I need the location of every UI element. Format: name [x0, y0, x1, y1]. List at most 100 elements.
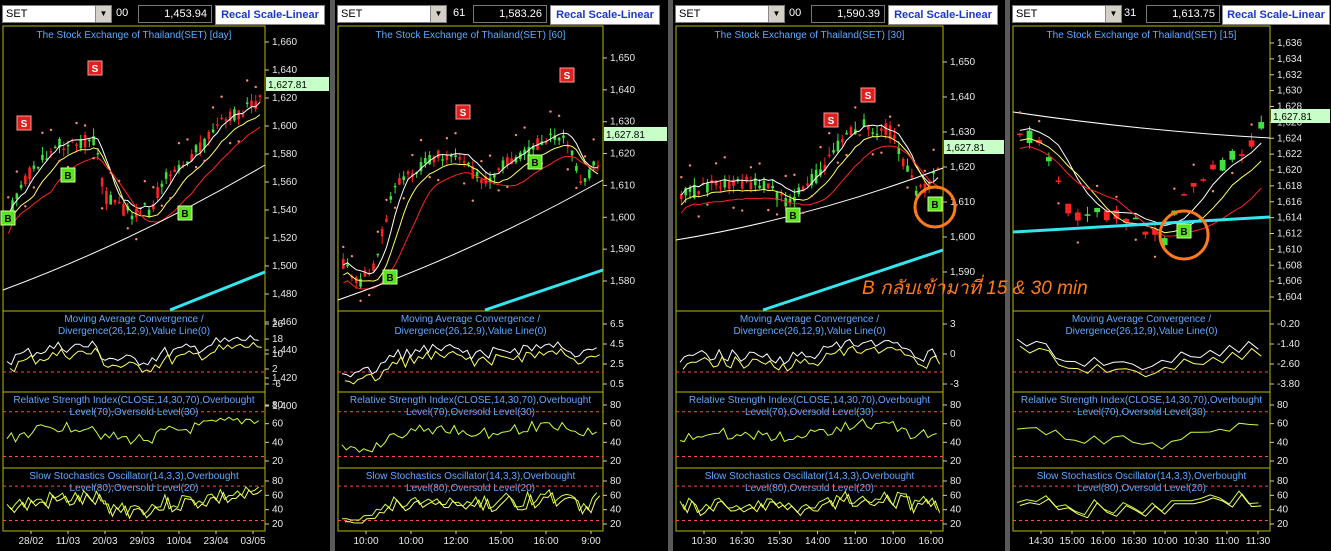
sar-dot [246, 79, 249, 82]
y-tick-label: 1,606 [1277, 276, 1302, 287]
indicator-subtitle: Divergence(26,12,9),Value Line(0) [58, 326, 210, 337]
candle-body [441, 159, 444, 161]
y-tick-label: 80 [950, 476, 962, 487]
chart-panel-day[interactable]: The Stock Exchange of Thailand(SET) [day… [0, 0, 330, 551]
y-tick-label: 1,560 [272, 177, 297, 188]
recal-scale-button[interactable]: Recal Scale-Linear [888, 5, 998, 25]
candle-body [719, 186, 722, 189]
y-tick-label: 80 [272, 476, 284, 487]
y-tick-label: 80 [1277, 400, 1289, 411]
candle-body [919, 185, 922, 187]
y-tick-label: 1,624 [1277, 133, 1302, 144]
symbol-select[interactable]: SET ▼ [337, 5, 447, 23]
y-tick-label: -3.80 [1277, 379, 1300, 390]
y-tick-label: 40 [272, 437, 284, 448]
indicator-title: Relative Strength Index(CLOSE,14,30,70),… [13, 395, 254, 406]
candle-body [557, 137, 561, 141]
candle-body [771, 185, 774, 189]
x-tick-label: 15:00 [1059, 536, 1084, 547]
y-tick-label: 20 [950, 519, 962, 530]
symbol-value: SET [341, 8, 363, 20]
symbol-select[interactable]: SET ▼ [2, 5, 112, 23]
y-tick-label: 20 [272, 519, 284, 530]
last-price-label: 1,627.81 [1273, 112, 1312, 123]
signal-marker-label: S [865, 91, 872, 102]
candle-body [428, 155, 431, 165]
x-tick-label: 9:00 [581, 536, 601, 547]
chevron-down-icon[interactable]: ▼ [1105, 6, 1121, 22]
signal-marker-label: B [789, 211, 796, 222]
candle-body [697, 191, 701, 195]
y-tick-label: 60 [1277, 419, 1289, 430]
candle-body [880, 128, 883, 131]
y-tick-label: 1,616 [1277, 197, 1302, 208]
y-tick-label: 0 [950, 349, 956, 360]
candle-body [579, 181, 583, 184]
y-tick-label: 10 [272, 349, 284, 360]
sar-dot [342, 245, 345, 249]
candle-body [156, 187, 159, 198]
field-stub: 61 [453, 7, 466, 19]
candle-body [385, 218, 388, 222]
candle-body [1258, 122, 1265, 129]
candle-body [53, 146, 57, 149]
sar-dot [793, 173, 796, 177]
sar-dot [419, 138, 423, 142]
y-tick-label: 0.5 [610, 379, 624, 390]
symbol-select[interactable]: SET ▼ [675, 5, 785, 23]
y-tick-label: 1,600 [610, 212, 635, 223]
candle-body [199, 142, 202, 153]
candle-body [1084, 214, 1091, 216]
chevron-down-icon[interactable]: ▼ [95, 6, 111, 22]
candle-body [376, 253, 380, 256]
y-tick-label: 1,650 [950, 57, 975, 68]
candle-body [467, 162, 470, 165]
sar-dot [583, 155, 587, 158]
sar-dot [1173, 187, 1176, 190]
chart-svg[interactable]: The Stock Exchange of Thailand(SET) [day… [0, 0, 330, 551]
x-tick-label: 16:00 [1090, 536, 1115, 547]
candle-body [906, 165, 909, 172]
y-tick-label: 1,608 [1277, 260, 1302, 271]
x-tick-label: 12:00 [443, 536, 468, 547]
sar-dot [828, 131, 831, 135]
y-tick-label: -2.60 [1277, 359, 1300, 370]
symbol-select[interactable]: SET ▼ [1012, 5, 1122, 23]
y-tick-label: 4.5 [610, 339, 624, 350]
sar-dot [680, 175, 683, 179]
candle-body [117, 202, 121, 204]
sar-dot [83, 124, 87, 127]
y-tick-label: 1,580 [272, 149, 297, 160]
sar-dot [836, 161, 840, 164]
sar-dot [810, 194, 814, 198]
recal-scale-button[interactable]: Recal Scale-Linear [550, 5, 660, 25]
recal-scale-button[interactable]: Recal Scale-Linear [215, 5, 325, 25]
sar-dot [1134, 238, 1137, 241]
y-tick-label: 1,650 [610, 53, 635, 64]
chevron-down-icon[interactable]: ▼ [430, 6, 446, 22]
chart-svg[interactable]: The Stock Exchange of Thailand(SET) [60]… [335, 0, 668, 551]
sar-dot [784, 174, 787, 178]
chart-panel-60[interactable]: The Stock Exchange of Thailand(SET) [60]… [335, 0, 668, 551]
x-tick-label: 10:00 [1152, 536, 1177, 547]
signal-marker-label: B [1180, 227, 1187, 238]
candle-body [871, 132, 875, 134]
candle-body [122, 204, 125, 216]
sar-dot [254, 85, 257, 89]
sar-dot [109, 171, 112, 174]
candle-body [1065, 203, 1072, 214]
indicator-subtitle: Level(80),Oversold Level(20) [745, 483, 874, 494]
sar-dot [1192, 163, 1195, 166]
y-tick-label: 1,632 [1277, 70, 1302, 81]
y-tick-label: 1,620 [1277, 165, 1302, 176]
candle-body [732, 179, 735, 186]
sar-dot [557, 114, 561, 117]
sar-dot [32, 186, 36, 189]
recal-scale-button[interactable]: Recal Scale-Linear [1222, 5, 1330, 25]
y-tick-label: 80 [610, 400, 622, 411]
chevron-down-icon[interactable]: ▼ [768, 6, 784, 22]
sar-dot [480, 159, 483, 163]
sar-dot [714, 162, 718, 165]
y-tick-label: 80 [1277, 476, 1289, 487]
y-tick-label: 20 [610, 519, 622, 530]
